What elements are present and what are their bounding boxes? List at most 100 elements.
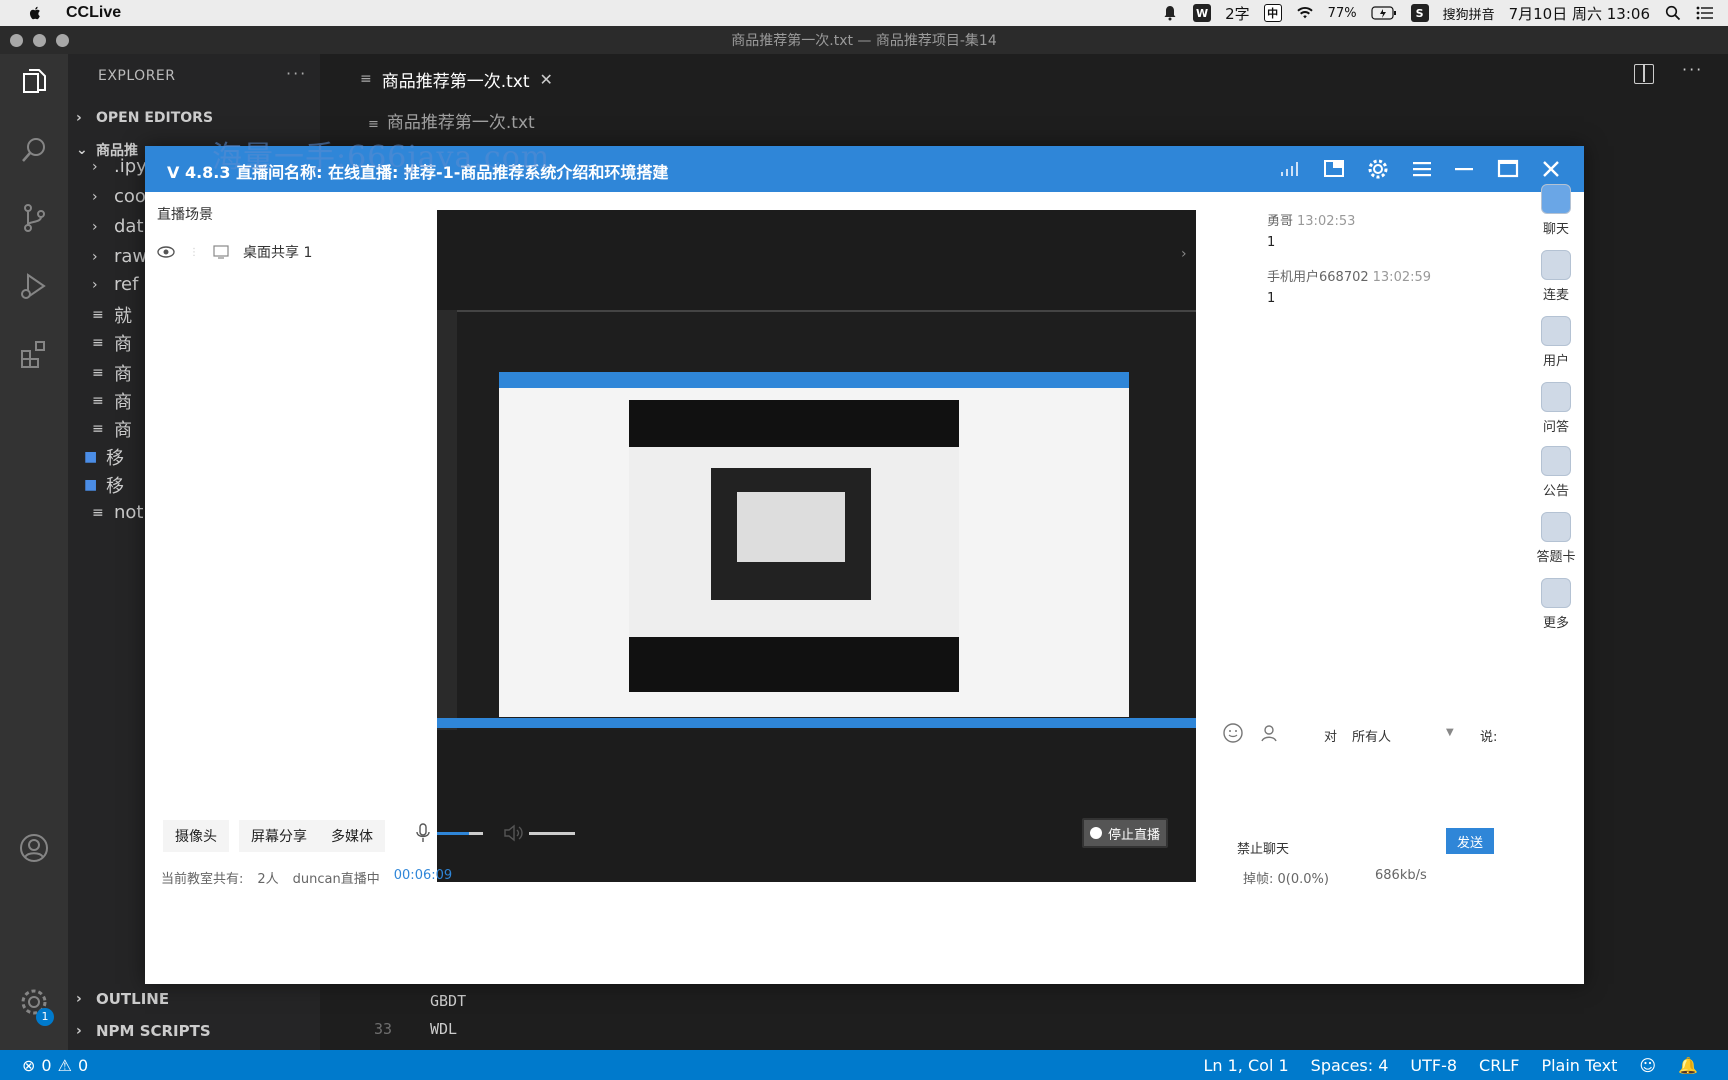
users-icon: [1541, 316, 1571, 346]
code-line[interactable]: GBDT: [430, 992, 466, 1010]
tool-users[interactable]: 用户: [1532, 316, 1580, 369]
desktop-share-icon: [213, 245, 229, 259]
tree-item[interactable]: ≡ 商: [92, 388, 132, 414]
live-preview[interactable]: ›: [437, 210, 1196, 882]
preview-collapse-icon[interactable]: ›: [1181, 246, 1187, 262]
popout-icon[interactable]: [1321, 156, 1347, 182]
tool-announcement[interactable]: 公告: [1532, 446, 1580, 499]
screen-share-button[interactable]: 屏幕分享: [239, 820, 319, 852]
mute-chat-toggle[interactable]: 禁止聊天: [1237, 838, 1289, 857]
extensions-icon[interactable]: [18, 338, 50, 370]
drag-handle-icon[interactable]: ⋮: [189, 247, 199, 258]
tree-item[interactable]: ≡ 商: [92, 330, 132, 356]
word-file-icon: ■: [84, 449, 98, 465]
notifications-icon[interactable]: 🔔: [1678, 1056, 1698, 1075]
search-icon[interactable]: [1664, 4, 1682, 22]
tree-item[interactable]: ■ 移: [84, 444, 124, 470]
camera-button[interactable]: 摄像头: [163, 820, 229, 852]
problems-indicator[interactable]: ⊗ 0 ⚠ 0: [22, 1056, 88, 1075]
explorer-icon[interactable]: [18, 66, 50, 98]
sogou-ime-icon[interactable]: S: [1410, 4, 1429, 22]
tree-item[interactable]: › dat: [92, 216, 144, 237]
tree-item[interactable]: ≡ not: [92, 502, 143, 523]
chevron-down-icon[interactable]: ▼: [1446, 727, 1454, 738]
editor-tab[interactable]: ≡ 商品推荐第一次.txt ✕: [320, 54, 580, 104]
open-editors-section[interactable]: › OPEN EDITORS: [76, 110, 213, 126]
signal-icon[interactable]: [1277, 156, 1303, 182]
emoji-icon[interactable]: [1222, 722, 1244, 744]
speaker-volume-slider[interactable]: [529, 832, 575, 835]
room-status: 当前教室共有: 2人 duncan直播中 00:06:09: [161, 868, 452, 887]
tool-chat[interactable]: 聊天: [1532, 184, 1580, 237]
tree-item-label: 商: [114, 334, 132, 355]
app-name[interactable]: CCLive: [66, 4, 121, 22]
send-button[interactable]: 发送: [1446, 828, 1494, 854]
stop-live-button[interactable]: 停止直播: [1082, 818, 1168, 848]
notification-bell-icon[interactable]: [1161, 4, 1179, 22]
microphone-icon[interactable]: [415, 822, 431, 844]
close-tab-icon[interactable]: ✕: [540, 70, 553, 89]
datetime[interactable]: 7月10日 周六 13:06: [1509, 3, 1650, 24]
search-icon[interactable]: [18, 134, 50, 166]
breadcrumb[interactable]: ≡ 商品推荐第一次.txt: [368, 108, 535, 133]
minimize-icon[interactable]: [1451, 156, 1477, 182]
wps-icon[interactable]: W: [1193, 4, 1212, 22]
tool-more[interactable]: 更多: [1532, 578, 1580, 631]
breadcrumb-file: 商品推荐第一次.txt: [386, 113, 535, 133]
cclive-window: V 4.8.3 直播间名称: 在线直播: 推荐-1-商品推荐系统介绍和环境搭建 …: [145, 146, 1584, 984]
tree-item[interactable]: › coo: [92, 186, 146, 207]
tree-item[interactable]: › ref: [92, 274, 138, 295]
outline-section[interactable]: › OUTLINE: [76, 990, 169, 1008]
feedback-icon[interactable]: ☺: [1639, 1056, 1656, 1075]
npm-scripts-section[interactable]: › NPM SCRIPTS: [76, 1022, 211, 1040]
status-bar: ⊗ 0 ⚠ 0 Ln 1, Col 1 Spaces: 4 UTF-8 CRLF…: [0, 1050, 1728, 1080]
cursor-position[interactable]: Ln 1, Col 1: [1203, 1056, 1288, 1075]
media-button[interactable]: 多媒体: [319, 820, 385, 852]
chevron-right-icon: ›: [92, 248, 98, 265]
maximize-icon[interactable]: [1495, 156, 1521, 182]
code-line[interactable]: WDL: [430, 1020, 457, 1038]
battery-icon[interactable]: [1370, 4, 1397, 22]
room-count-label: 当前教室共有:: [161, 872, 244, 887]
tree-item[interactable]: ≡ 商: [92, 416, 132, 442]
mic-volume-slider[interactable]: [437, 832, 483, 835]
battery-percent[interactable]: 77%: [1328, 6, 1357, 21]
source-control-icon[interactable]: [18, 202, 50, 234]
explorer-more-icon[interactable]: ···: [286, 64, 307, 83]
line-ending[interactable]: CRLF: [1479, 1056, 1519, 1075]
menu-icon[interactable]: [1409, 156, 1435, 182]
indentation[interactable]: Spaces: 4: [1311, 1056, 1389, 1075]
ime-name[interactable]: 搜狗拼音: [1443, 4, 1495, 23]
tree-item[interactable]: › raw: [92, 246, 147, 267]
chat-target-select[interactable]: 所有人: [1352, 726, 1391, 745]
tool-answer-card[interactable]: 答题卡: [1532, 512, 1580, 565]
tree-item[interactable]: ≡ 商: [92, 360, 132, 386]
wifi-icon[interactable]: [1296, 4, 1314, 22]
input-count[interactable]: 2字: [1225, 3, 1250, 24]
encoding[interactable]: UTF-8: [1410, 1056, 1457, 1075]
tree-item[interactable]: ■ 移: [84, 472, 124, 498]
warning-count: 0: [77, 1055, 89, 1075]
editor-more-icon[interactable]: ···: [1682, 60, 1703, 79]
eye-icon[interactable]: [157, 246, 175, 258]
split-editor-icon[interactable]: [1634, 64, 1654, 84]
settings-gear-icon[interactable]: [1365, 156, 1391, 182]
language-mode[interactable]: Plain Text: [1541, 1056, 1617, 1075]
chevron-right-icon: ›: [92, 188, 98, 205]
tree-item[interactable]: › .ipy: [92, 156, 147, 177]
account-icon[interactable]: [18, 832, 50, 864]
run-debug-icon[interactable]: [18, 270, 50, 302]
tree-item[interactable]: ≡ 就: [92, 302, 132, 328]
menubar: CCLive W 2字 中 77% S 搜狗拼音 7月10日 周六 13:06: [0, 0, 1728, 26]
apple-icon[interactable]: [26, 4, 44, 22]
input-mode-indicator[interactable]: 中: [1263, 4, 1282, 22]
scene-item[interactable]: ⋮ 桌面共享 1: [157, 242, 312, 262]
tree-item-label: 就: [114, 306, 132, 327]
tool-mic-link[interactable]: 连麦: [1532, 250, 1580, 303]
user-select-icon[interactable]: [1259, 722, 1281, 744]
control-center-icon[interactable]: [1696, 4, 1714, 22]
speaker-icon[interactable]: [502, 822, 524, 844]
tool-qa[interactable]: 问答: [1532, 382, 1580, 435]
activity-bar: 1: [0, 54, 68, 1050]
close-icon[interactable]: [1538, 156, 1564, 182]
